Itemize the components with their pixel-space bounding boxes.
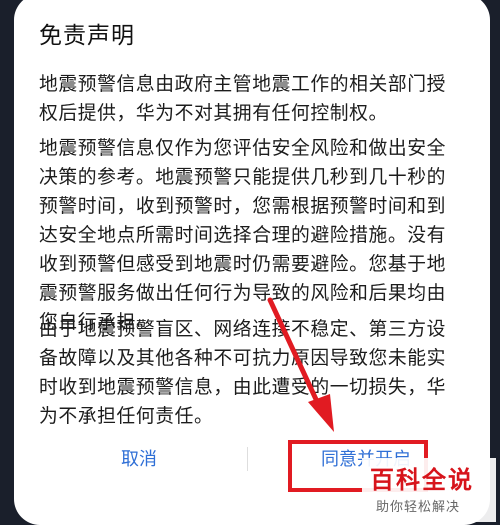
watermark-subtitle: 助你轻松解决 [376,500,461,515]
watermark-title: 百科全说 [370,466,474,494]
annotation-arrow-icon [267,297,334,432]
watermark-logo: 百科全说 助你轻松解决 [362,458,496,522]
